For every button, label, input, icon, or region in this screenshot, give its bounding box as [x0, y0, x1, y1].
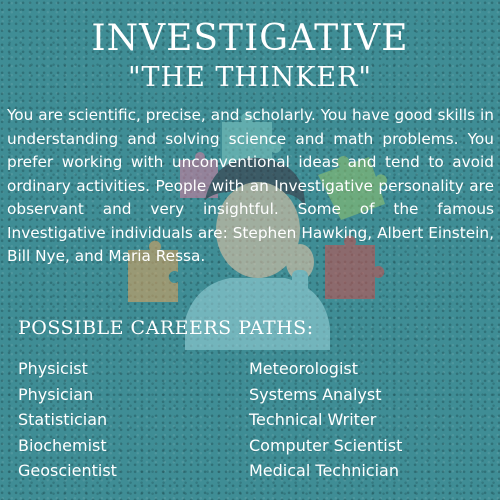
- career-item: Computer Scientist: [249, 435, 403, 455]
- career-item: Meteorologist: [249, 359, 359, 378]
- personality-description: You are scientific, precise, and scholar…: [7, 106, 494, 265]
- career-item: Physicist: [18, 359, 88, 378]
- career-item: Biochemist: [18, 435, 107, 455]
- career-item: Statistician: [18, 410, 108, 430]
- careers-heading: POSSIBLE CAREERS PATHS:: [18, 317, 314, 339]
- careers-list-right: Meteorologist Systems Analyst Technical …: [249, 356, 402, 484]
- career-item: Systems Analyst: [249, 384, 382, 404]
- career-item: Medical Technician: [249, 461, 399, 481]
- careers-list-left: Physicist Physician Statistician Biochem…: [18, 356, 117, 484]
- career-item: Technical Writer: [249, 410, 377, 430]
- career-item: Physician: [18, 384, 94, 404]
- career-item: Geoscientist: [18, 461, 117, 481]
- page-subtitle: "THE THINKER": [128, 62, 372, 93]
- page-title: INVESTIGATIVE: [91, 18, 409, 59]
